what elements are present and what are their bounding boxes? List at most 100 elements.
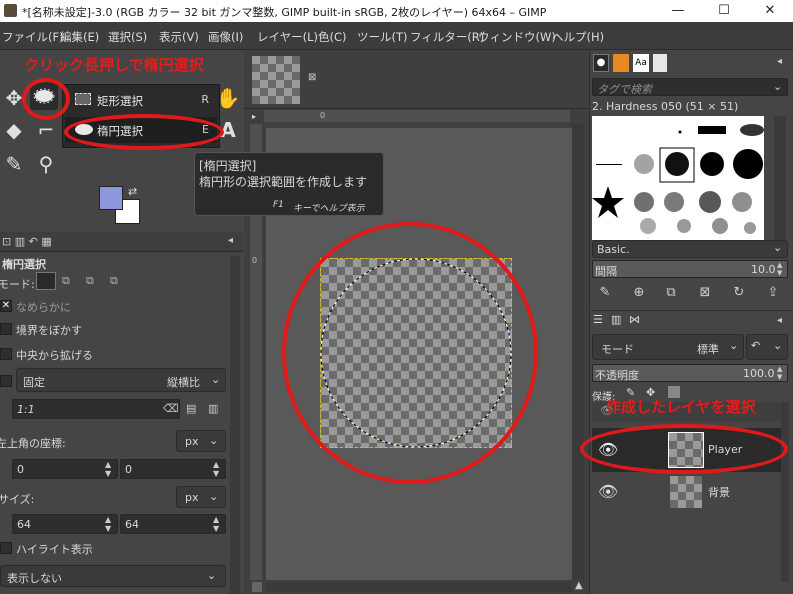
mode-replace-icon[interactable] [36, 272, 56, 290]
maximize-button[interactable]: ☐ [701, 0, 747, 22]
tool-options-tab-icon[interactable]: ⊡ ▥ ↶ ▦ [2, 235, 52, 248]
spacing-slider[interactable]: 間隔 10.0 ▲ ▼ [592, 260, 788, 278]
menu-select[interactable]: 選択(S) [108, 29, 147, 45]
ruler-top-zero: 0 [320, 111, 326, 120]
highlight-checkbox[interactable] [0, 542, 12, 554]
spinner-icon[interactable]: ▲ ▼ [105, 515, 111, 533]
color-picker-icon[interactable]: ✎ [0, 150, 28, 178]
paths-tab-icon[interactable]: ⋈ [629, 313, 640, 326]
spinner-icon[interactable]: ▲ ▼ [105, 460, 111, 478]
fonts-tab-icon[interactable]: Aa [633, 54, 649, 72]
menu-image[interactable]: 画像(I) [208, 29, 243, 45]
new-brush-icon[interactable]: ⊕ [630, 284, 648, 302]
menu-edit[interactable]: 編集(E) [60, 29, 99, 45]
tooltip-description: 楕円形の選択範囲を作成します [199, 175, 368, 189]
ratio-input[interactable]: 1:1 ⌫ [12, 399, 180, 419]
size-unit-dropdown[interactable]: px ⌄ [176, 486, 226, 508]
fixed-checkbox[interactable] [0, 375, 12, 387]
size-height-input[interactable]: 64 ▲ ▼ [120, 514, 226, 534]
panel-menu-icon[interactable]: ◂ [228, 235, 233, 246]
zoom-fit-icon[interactable]: ▲ [575, 580, 583, 591]
tag-search-placeholder: タグで検索 [597, 83, 652, 96]
spinner-icon[interactable]: ▲ ▼ [213, 460, 219, 478]
spinner-icon[interactable]: ▲ ▼ [777, 261, 782, 277]
layer-thumbnail [670, 476, 702, 508]
size-width-input[interactable]: 64 ▲ ▼ [12, 514, 118, 534]
brush-grid-scrollbar[interactable] [774, 116, 786, 240]
tab-divider [244, 108, 589, 109]
opacity-value: 100.0 [743, 367, 775, 380]
rect-select-item[interactable]: 矩形選択 R [65, 87, 217, 113]
layers-tab-icon[interactable]: ☰ [593, 313, 603, 326]
tooltip-help-text: キーでヘルプ表示 [293, 204, 365, 214]
menu-view[interactable]: 表示(V) [159, 29, 199, 45]
brush-grid[interactable] [592, 116, 764, 240]
navigate-icon[interactable] [252, 582, 262, 592]
guides-dropdown[interactable]: 表示しない ⌄ [0, 565, 226, 587]
channels-tab-icon[interactable]: ▥ [611, 313, 621, 326]
position-y-input[interactable]: 0 ▲ ▼ [120, 459, 226, 479]
position-label: 左上角の座標: [0, 437, 66, 450]
quick-mask-corner-icon[interactable]: ▸ [252, 112, 262, 122]
document-icon[interactable]: ▤ [186, 402, 196, 415]
mode-subtract-icon[interactable]: ⧉ [86, 274, 94, 288]
edit-brush-icon[interactable]: ✎ [596, 284, 614, 302]
mode-add-icon[interactable]: ⧉ [62, 274, 70, 288]
refresh-brushes-icon[interactable]: ↻ [730, 284, 748, 302]
position-unit-dropdown[interactable]: px ⌄ [176, 430, 226, 452]
expand-center-checkbox[interactable] [0, 348, 12, 360]
close-button[interactable]: ✕ [747, 0, 793, 22]
mode-intersect-icon[interactable]: ⧉ [110, 274, 118, 288]
minimize-button[interactable]: — [655, 0, 701, 22]
document-history-tab-icon[interactable] [653, 54, 667, 72]
position-x-input[interactable]: 0 ▲ ▼ [12, 459, 118, 479]
composite-mode-dropdown[interactable]: ↶ ⌄ [746, 334, 788, 360]
layer-row-background[interactable]: 👁 背景 [592, 474, 788, 510]
annotation-select-layer: 作成したレイヤを選択 [606, 398, 756, 416]
aspect-toggle-icon[interactable]: ▥ [208, 402, 218, 415]
menu-help[interactable]: ヘルプ(H) [552, 29, 604, 45]
paint-bucket-icon[interactable]: ◆ [0, 116, 28, 144]
brush-preset-dropdown[interactable]: Basic. ⌄ [592, 240, 788, 258]
zoom-tool-icon[interactable]: ⚲ [32, 150, 60, 178]
tool-options-scrollbar[interactable] [230, 256, 240, 594]
delete-brush-icon[interactable]: ⊠ [696, 284, 714, 302]
patterns-tab-icon[interactable] [613, 54, 629, 72]
crop-tool-icon[interactable]: ⌐ [32, 116, 60, 144]
spinner-icon[interactable]: ▲ ▼ [213, 515, 219, 533]
panel-menu-icon[interactable]: ◂ [777, 315, 782, 326]
mode-label: モード: [0, 278, 35, 291]
image-tab-thumbnail[interactable] [252, 56, 300, 104]
canvas-horizontal-scrollbar[interactable] [266, 582, 572, 592]
highlight-label: ハイライト表示 [16, 543, 93, 556]
close-tab-icon[interactable]: ⊠ [308, 72, 316, 83]
spacing-label: 間隔 [595, 265, 617, 278]
clear-field-icon[interactable]: ⌫ [163, 402, 179, 415]
layers-scrollbar[interactable] [781, 402, 789, 582]
eye-icon[interactable]: 👁 [598, 482, 618, 501]
menu-file[interactable]: ファイル(F) [2, 29, 64, 45]
foreground-color-swatch[interactable] [99, 186, 123, 210]
expand-center-label: 中央から拡げる [16, 349, 93, 362]
fixed-dropdown[interactable]: 固定 縦横比 ⌄ [16, 368, 226, 392]
antialias-checkbox[interactable]: ✕ [0, 300, 12, 312]
brushes-tab-icon[interactable]: ● [593, 54, 609, 72]
layer-mode-dropdown[interactable]: モード 標準 ⌄ [592, 334, 744, 360]
brush-preset-value: Basic. [597, 243, 630, 256]
brush-tag-search[interactable]: タグで検索 ⌄ [592, 78, 788, 96]
swap-colors-icon[interactable]: ⇄ [128, 185, 137, 198]
panel-menu-icon[interactable]: ◂ [777, 56, 782, 67]
spinner-icon[interactable]: ▲ ▼ [777, 365, 782, 381]
menu-colors[interactable]: 色(C) [318, 29, 347, 45]
canvas-vertical-scrollbar[interactable] [572, 124, 584, 580]
menu-windows[interactable]: ウィンドウ(W) [478, 29, 556, 45]
menu-layer[interactable]: レイヤー(L) [257, 29, 318, 45]
feather-checkbox[interactable] [0, 323, 12, 335]
open-as-image-icon[interactable]: ⇪ [764, 284, 782, 302]
opacity-slider[interactable]: 不透明度 100.0 ▲ ▼ [592, 364, 788, 382]
duplicate-brush-icon[interactable]: ⧉ [662, 284, 680, 302]
menu-filters[interactable]: フィルター(R) [410, 29, 484, 45]
annotation-ring-layer [580, 424, 788, 474]
size-height-value: 64 [125, 518, 139, 531]
menu-tools[interactable]: ツール(T) [357, 29, 408, 45]
